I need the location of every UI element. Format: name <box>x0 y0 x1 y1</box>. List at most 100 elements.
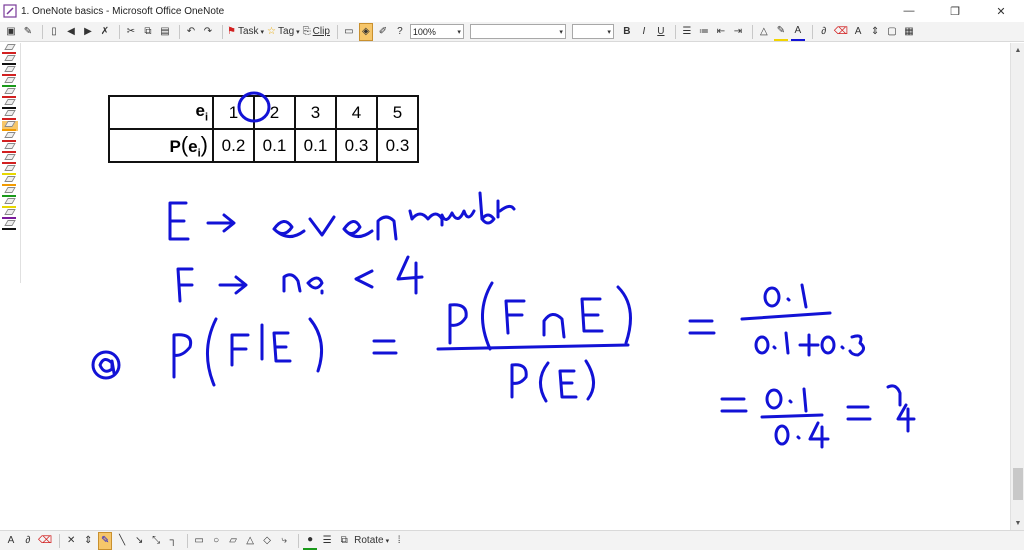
chevron-down-icon: ▾ <box>559 28 563 36</box>
paste-icon[interactable]: ▤ <box>158 23 172 41</box>
pen-swatch-icon[interactable] <box>2 77 18 87</box>
arrow-icon[interactable]: ↘ <box>132 532 146 550</box>
forward-arrow-icon[interactable]: ▶ <box>81 23 95 41</box>
pen-stroke-icon <box>2 140 16 142</box>
pen-swatch-icon[interactable] <box>2 66 18 76</box>
rotate-button[interactable]: Rotate ▾ <box>354 532 389 550</box>
pen-stroke-icon <box>2 96 16 98</box>
pen-swatch-icon[interactable] <box>2 99 18 109</box>
pen-swatch-icon[interactable] <box>2 88 18 98</box>
numbering-icon[interactable]: ≔ <box>697 23 711 41</box>
pen-swatch-icon[interactable] <box>2 198 18 208</box>
more-options-icon[interactable]: ⁞ <box>392 532 406 550</box>
pen-color-icon[interactable]: ● <box>303 532 318 550</box>
pen-swatch-icon[interactable] <box>2 187 18 197</box>
ink-fraction-0-1-over-0-4-equals-1-over-4 <box>720 384 916 449</box>
pen-tip-icon <box>4 132 16 138</box>
pen-stroke-icon <box>2 206 16 208</box>
ink-to-text-icon[interactable]: A <box>4 532 18 550</box>
font-size-select[interactable]: ▾ <box>571 24 614 39</box>
highlight-icon[interactable]: ✎ <box>773 23 788 41</box>
help-icon[interactable]: ? <box>393 23 407 41</box>
arrange-icon[interactable]: ⧉ <box>337 532 351 550</box>
underline-button[interactable]: U <box>654 23 668 41</box>
page-list-icon[interactable]: ▣ <box>4 23 18 41</box>
pen-swatch-icon[interactable] <box>2 220 18 230</box>
rule-lines-icon[interactable]: ▦ <box>902 23 916 41</box>
redo-icon[interactable]: ↷ <box>201 23 215 41</box>
triangle-icon[interactable]: △ <box>243 532 257 550</box>
pen-stroke-icon <box>2 195 16 197</box>
pen-swatch-icon[interactable] <box>2 165 18 175</box>
pen-edit-icon[interactable]: ✎ <box>21 23 35 41</box>
pen-swatch-icon[interactable] <box>2 154 18 164</box>
font-color-icon[interactable]: A <box>790 23 805 41</box>
clip-button[interactable]: ⎘ Clip <box>303 23 330 41</box>
note-page-canvas[interactable]: ei 1 2 3 4 5 P(ei) 0.2 0.1 0.1 0.3 0.3 <box>22 43 1010 530</box>
page-template-icon[interactable]: ▢ <box>885 23 899 41</box>
pen-swatch-icon[interactable] <box>2 143 18 153</box>
pen-swatch-icon[interactable] <box>2 110 18 120</box>
new-page-icon[interactable]: ▯ <box>47 23 61 41</box>
bold-button[interactable]: B <box>620 23 634 41</box>
restore-button[interactable]: ❐ <box>932 0 978 22</box>
select-icon[interactable]: ✕ <box>64 532 78 550</box>
pen-swatch-icon[interactable] <box>2 121 18 131</box>
italic-button[interactable]: I <box>637 23 651 41</box>
zoom-select[interactable]: 100% ▾ <box>409 24 464 39</box>
cut-icon[interactable]: ✂ <box>124 23 138 41</box>
pen-swatch-icon[interactable] <box>2 44 18 54</box>
double-arrow-icon[interactable]: ⤡ <box>149 532 163 550</box>
lasso-icon[interactable]: ∂ <box>817 23 831 41</box>
tag-button[interactable]: ☆ Tag ▾ <box>267 23 300 41</box>
minimize-button[interactable]: — <box>886 0 932 22</box>
bullets-icon[interactable]: ☰ <box>680 23 694 41</box>
toolbar-divider <box>59 533 61 548</box>
copy-icon[interactable]: ⧉ <box>141 23 155 41</box>
standard-toolbar: ▣ ✎ ▯ ◀ ▶ ✗ ✂ ⧉ ▤ ↶ ↷ ⚑ Task ▾ ☆ Tag ▾ ⎘… <box>0 22 1024 42</box>
parallelogram-icon[interactable]: ▱ <box>226 532 240 550</box>
close-button[interactable]: ✕ <box>978 0 1024 22</box>
insert-space-icon[interactable]: ⇕ <box>868 23 882 41</box>
vertical-scrollbar[interactable]: ▲ ▼ <box>1010 43 1024 530</box>
connector-icon[interactable]: ⤷ <box>277 532 291 550</box>
diamond-icon[interactable]: ◇ <box>260 532 274 550</box>
task-button[interactable]: ⚑ Task ▾ <box>227 23 264 41</box>
pen-tip-icon <box>4 88 16 94</box>
back-arrow-icon[interactable]: ◀ <box>64 23 78 41</box>
pen-swatch-icon[interactable] <box>2 209 18 219</box>
pen-tip-icon <box>4 176 16 182</box>
toolbar-divider <box>336 24 338 39</box>
scroll-down-icon[interactable]: ▼ <box>1011 516 1024 530</box>
pen-tip-icon <box>4 154 16 160</box>
pen-swatch-icon[interactable] <box>2 55 18 65</box>
pen-stroke-icon <box>2 52 16 54</box>
lasso-icon[interactable]: ∂ <box>21 532 35 550</box>
rectangle-icon[interactable]: ▭ <box>192 532 206 550</box>
pen-swatch-icon[interactable] <box>2 132 18 142</box>
pen-stroke-icon <box>2 228 16 230</box>
line-icon[interactable]: ╲ <box>115 532 129 550</box>
line-weight-icon[interactable]: ☰ <box>320 532 334 550</box>
pen-swatch-icon[interactable] <box>2 176 18 186</box>
audio-record-icon[interactable]: ◈ <box>358 22 373 41</box>
full-page-view-icon[interactable]: ▭ <box>342 23 356 41</box>
ellipse-icon[interactable]: ○ <box>209 532 223 550</box>
eraser-icon[interactable]: ⌫ <box>38 532 52 550</box>
elbow-icon[interactable]: ┐ <box>166 532 180 550</box>
pen-selected-icon[interactable]: ✎ <box>98 531 113 550</box>
eraser-icon[interactable]: ⌫ <box>834 23 848 41</box>
pen-mode-icon[interactable]: ✐ <box>376 23 390 41</box>
styles-icon[interactable]: △ <box>757 23 771 41</box>
undo-icon[interactable]: ↶ <box>184 23 198 41</box>
font-select[interactable]: ▾ <box>469 24 566 39</box>
decrease-indent-icon[interactable]: ⇤ <box>714 23 728 41</box>
insert-space-icon[interactable]: ⇕ <box>81 532 95 550</box>
ink-circle-around-2 <box>237 91 271 123</box>
scroll-up-icon[interactable]: ▲ <box>1011 43 1024 57</box>
toolbar-divider <box>811 24 813 39</box>
increase-indent-icon[interactable]: ⇥ <box>731 23 745 41</box>
ink-to-text-icon[interactable]: A <box>851 23 865 41</box>
scroll-thumb[interactable] <box>1013 468 1023 500</box>
delete-icon[interactable]: ✗ <box>98 23 112 41</box>
